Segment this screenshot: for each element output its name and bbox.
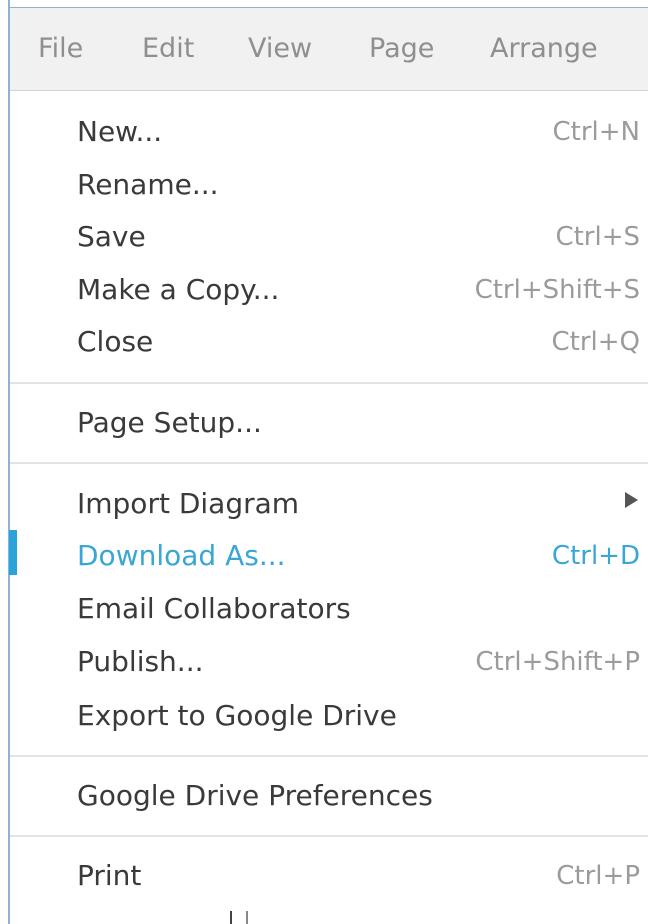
menu-arrange[interactable]: Arrange xyxy=(490,32,598,66)
menu-edit[interactable]: Edit xyxy=(142,32,194,66)
menu-item-export-to-google-drive[interactable]: Export to Google Drive xyxy=(10,690,648,742)
active-indicator xyxy=(9,530,17,575)
menu-item-import-diagram[interactable]: Import Diagram xyxy=(10,478,648,530)
menu-file[interactable]: File xyxy=(38,32,83,66)
menu-bar: File Edit View Page Arrange xyxy=(10,8,648,91)
menu-separator xyxy=(10,382,648,384)
submenu-arrow-icon xyxy=(625,492,638,508)
menu-view[interactable]: View xyxy=(248,32,312,66)
menu-item-make-a-copy[interactable]: Make a Copy... Ctrl+Shift+S xyxy=(10,264,648,316)
menu-item-shortcut: Ctrl+S xyxy=(555,222,640,252)
menu-item-google-drive-preferences[interactable]: Google Drive Preferences xyxy=(10,770,648,822)
menu-item-label: Export to Google Drive xyxy=(77,699,397,732)
menu-item-label: Make a Copy... xyxy=(77,273,280,306)
menu-item-shortcut: Ctrl+D xyxy=(551,541,640,571)
menu-item-new[interactable]: New... Ctrl+N xyxy=(10,106,648,158)
menu-item-label: Import Diagram xyxy=(77,487,300,520)
menu-page[interactable]: Page xyxy=(369,32,434,66)
menu-item-shortcut: Ctrl+Shift+P xyxy=(475,647,640,677)
file-dropdown-menu: New... Ctrl+N Rename... Save Ctrl+S Make… xyxy=(9,91,648,911)
menu-item-label: Rename... xyxy=(77,168,219,201)
canvas-line xyxy=(230,911,232,924)
window-frame-top xyxy=(0,0,648,8)
menu-item-label: Download As... xyxy=(77,539,286,572)
canvas-line xyxy=(246,911,248,924)
menu-item-rename[interactable]: Rename... xyxy=(10,159,648,211)
menu-item-shortcut: Ctrl+Q xyxy=(551,327,640,357)
menu-item-print[interactable]: Print Ctrl+P xyxy=(10,850,648,902)
canvas-peek xyxy=(10,911,648,924)
menu-item-label: Close xyxy=(77,325,154,358)
menu-item-label: Save xyxy=(77,220,146,253)
menu-item-label: Print xyxy=(77,859,142,892)
menu-item-email-collaborators[interactable]: Email Collaborators xyxy=(10,583,648,635)
menu-item-label: Publish... xyxy=(77,645,204,678)
menu-item-label: Google Drive Preferences xyxy=(77,779,433,812)
menu-item-save[interactable]: Save Ctrl+S xyxy=(10,211,648,263)
menu-item-shortcut: Ctrl+N xyxy=(552,117,641,147)
menu-separator xyxy=(10,835,648,837)
menu-item-download-as[interactable]: Download As... Ctrl+D xyxy=(9,530,648,582)
menu-item-label: New... xyxy=(77,115,163,148)
menu-item-shortcut: Ctrl+Shift+S xyxy=(474,275,640,305)
menu-separator xyxy=(10,755,648,757)
menu-item-shortcut: Ctrl+P xyxy=(556,861,640,891)
menu-item-page-setup[interactable]: Page Setup... xyxy=(10,397,648,449)
menu-item-label: Email Collaborators xyxy=(77,592,351,625)
menu-item-close[interactable]: Close Ctrl+Q xyxy=(10,316,648,368)
window-frame-left xyxy=(0,0,10,924)
menu-separator xyxy=(10,462,648,464)
menu-item-publish[interactable]: Publish... Ctrl+Shift+P xyxy=(10,636,648,688)
menu-item-label: Page Setup... xyxy=(77,406,262,439)
